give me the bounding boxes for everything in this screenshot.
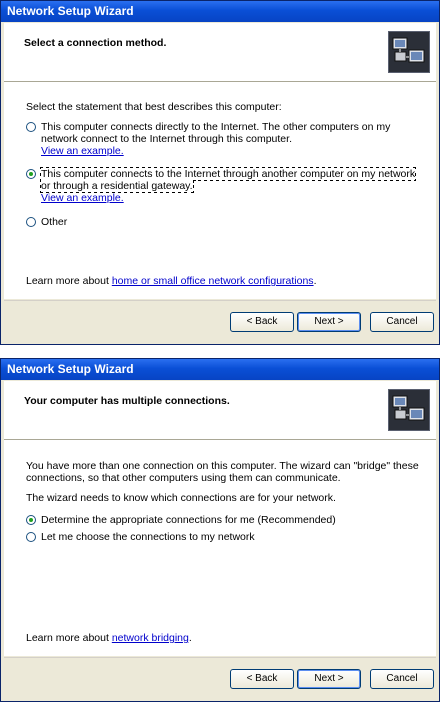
window-title: Network Setup Wizard [1,359,439,380]
next-button[interactable]: Next > [297,312,361,332]
back-button[interactable]: < Back [230,312,294,332]
learn-more-text: Learn more about network bridging. [26,632,424,644]
cancel-button[interactable]: Cancel [370,669,434,689]
wizard-window-connection-method: Network Setup Wizard Select a connection… [0,0,440,345]
view-example-link-2[interactable]: View an example. [41,192,124,204]
connections-question-text: The wizard needs to know which connectio… [26,492,336,504]
view-example-link-1[interactable]: View an example. [41,145,124,157]
option-through-another-computer: This computer connects to the Internet t… [39,167,424,204]
header-title: Your computer has multiple connections. [24,395,230,407]
prompt-text: Select the statement that best describes… [26,101,282,113]
wizard-window-multiple-connections: Network Setup Wizard Your computer has m… [0,358,440,702]
wizard-body: Select the statement that best describes… [4,82,436,299]
bridge-explanation-text: You have more than one connection on thi… [26,460,419,484]
learn-more-prefix: Learn more about [26,275,112,287]
wizard-header: Your computer has multiple connections. [4,381,436,440]
learn-more-link[interactable]: network bridging [112,632,189,644]
radio-through-another-computer[interactable] [26,169,36,179]
button-bar: < Back Next > Cancel [4,300,436,341]
radio-direct-connection[interactable] [26,122,36,132]
header-title: Select a connection method. [24,37,167,49]
radio-determine-connections[interactable] [26,515,36,525]
learn-more-suffix: . [188,632,192,644]
option-other-label: Other [41,216,68,228]
option-through-another-computer-label: This computer connects to the Internet t… [39,167,417,193]
radio-other[interactable] [26,217,36,227]
learn-more-text: Learn more about home or small office ne… [26,275,424,287]
window-title: Network Setup Wizard [1,1,439,22]
next-button[interactable]: Next > [297,669,361,689]
wizard-header: Select a connection method. [4,23,436,82]
learn-more-link[interactable]: home or small office network configurati… [112,275,314,287]
option-choose-connections-label: Let me choose the connections to my netw… [41,531,255,543]
option-determine-connections-label: Determine the appropriate connections fo… [41,514,336,526]
network-computers-icon [388,31,430,73]
cancel-button[interactable]: Cancel [370,312,434,332]
radio-choose-connections[interactable] [26,532,36,542]
back-button[interactable]: < Back [230,669,294,689]
option-direct-connection-label: This computer connects directly to the I… [41,121,391,145]
option-direct-connection: This computer connects directly to the I… [41,121,424,157]
learn-more-prefix: Learn more about [26,632,112,644]
learn-more-suffix: . [313,275,317,287]
button-bar: < Back Next > Cancel [4,657,436,698]
network-computers-icon [388,389,430,431]
wizard-body: You have more than one connection on thi… [4,440,436,656]
